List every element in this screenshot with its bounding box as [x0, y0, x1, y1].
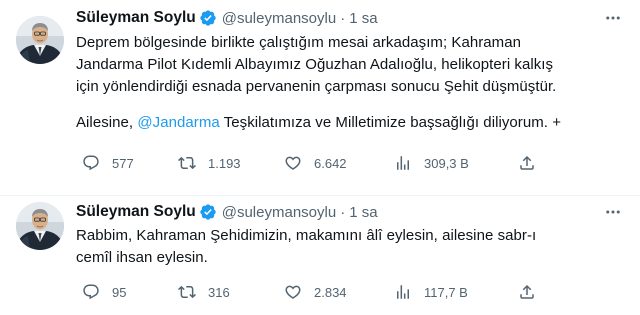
reply-count: 577	[112, 155, 134, 171]
text-segment: Teşkilatımıza ve Milletimize başsağlığı …	[219, 114, 562, 131]
retweet-count: 316	[208, 284, 230, 300]
tweet-text-line: Rabbim, Kahraman Şehidimizin, makamını â…	[76, 227, 537, 244]
retweet-icon	[178, 283, 196, 301]
tweet[interactable]: Süleyman Soylu @suleymansoylu · 1 sa Rab…	[0, 196, 640, 315]
retweet-button[interactable]: 1.193	[178, 153, 241, 173]
like-count: 6.642	[314, 155, 347, 171]
avatar-image	[16, 16, 64, 64]
share-button[interactable]	[518, 282, 536, 302]
views-button[interactable]: 117,7 B	[394, 282, 468, 302]
separator-dot: ·	[340, 203, 346, 221]
author-handle[interactable]: @suleymansoylu	[222, 204, 336, 221]
avatar[interactable]	[16, 202, 64, 250]
tweet-header: Süleyman Soylu @suleymansoylu · 1 sa	[76, 202, 378, 222]
author-name[interactable]: Süleyman Soylu	[76, 203, 196, 221]
tweet[interactable]: Süleyman Soylu @suleymansoylu · 1 sa Dep…	[0, 0, 640, 195]
tweet-text-line: için yönlendirdiği esnada pervanenin çar…	[76, 78, 557, 95]
retweet-count: 1.193	[208, 155, 241, 171]
text-segment: Ailesine,	[76, 114, 138, 131]
verified-badge-icon	[199, 9, 217, 27]
tweet-header: Süleyman Soylu @suleymansoylu · 1 sa	[76, 8, 378, 28]
views-button[interactable]: 309,3 B	[394, 153, 469, 173]
action-bar: 577 1.193 6.642 309,3 B	[76, 153, 616, 173]
avatar-image	[16, 202, 64, 250]
separator-dot: ·	[340, 9, 346, 27]
reply-button[interactable]: 95	[82, 282, 126, 302]
more-icon[interactable]	[602, 8, 624, 28]
retweet-button[interactable]: 316	[178, 282, 230, 302]
like-icon	[284, 283, 302, 301]
reply-button[interactable]: 577	[82, 153, 134, 173]
author-name[interactable]: Süleyman Soylu	[76, 9, 196, 27]
share-icon	[518, 283, 536, 301]
share-button[interactable]	[518, 153, 536, 173]
reply-icon	[82, 283, 100, 301]
tweet-text-line: Ailesine, @Jandarma Teşkilatımıza ve Mil…	[76, 112, 624, 134]
tweet-text: Rabbim, Kahraman Şehidimizin, makamını â…	[76, 225, 624, 269]
mention-link[interactable]: @Jandarma	[137, 114, 219, 131]
action-bar: 95 316 2.834 117,7 B	[76, 282, 616, 302]
retweet-icon	[178, 154, 196, 172]
timestamp[interactable]: 1 sa	[349, 204, 377, 221]
like-count: 2.834	[314, 284, 347, 300]
more-icon[interactable]	[602, 202, 624, 222]
avatar[interactable]	[16, 16, 64, 64]
tweet-text-line: Deprem bölgesinde birlikte çalıştığım me…	[76, 34, 522, 51]
like-button[interactable]: 2.834	[284, 282, 347, 302]
tweet-text-line: cemîl ihsan eylesin.	[76, 249, 208, 266]
author-handle[interactable]: @suleymansoylu	[222, 10, 336, 27]
reply-count: 95	[112, 284, 127, 300]
verified-badge-icon	[199, 203, 217, 221]
tweet-text: Deprem bölgesinde birlikte çalıştığım me…	[76, 32, 624, 134]
reply-icon	[82, 154, 100, 172]
views-count: 117,7 B	[424, 284, 468, 300]
tweet-text-line: Jandarma Pilot Kıdemli Albayımız Oğuzhan…	[76, 56, 554, 73]
views-icon	[394, 283, 412, 301]
like-button[interactable]: 6.642	[284, 153, 347, 173]
views-icon	[394, 154, 412, 172]
like-icon	[284, 154, 302, 172]
share-icon	[518, 154, 536, 172]
views-count: 309,3 B	[424, 155, 469, 171]
timestamp[interactable]: 1 sa	[349, 10, 377, 27]
